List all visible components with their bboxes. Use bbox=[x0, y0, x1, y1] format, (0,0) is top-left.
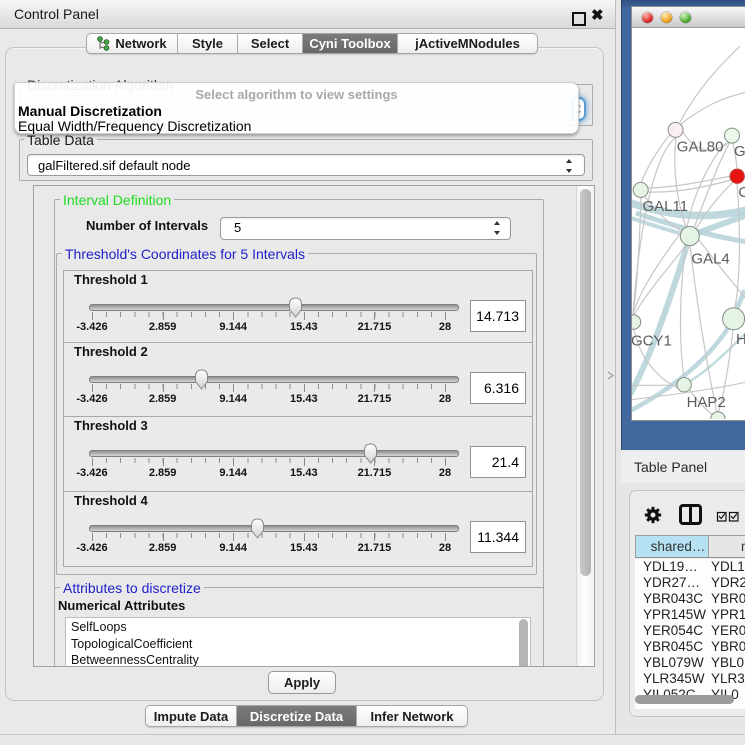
svg-text:GCY1: GCY1 bbox=[632, 332, 672, 349]
svg-text:HA: HA bbox=[736, 331, 745, 348]
svg-text:CR: CR bbox=[738, 184, 745, 201]
svg-text:GAL4: GAL4 bbox=[691, 250, 729, 267]
svg-text:GAL11: GAL11 bbox=[643, 198, 689, 215]
svg-text:HAP2: HAP2 bbox=[687, 394, 726, 411]
svg-text:GA: GA bbox=[734, 143, 745, 160]
svg-text:GAL80: GAL80 bbox=[677, 139, 724, 156]
